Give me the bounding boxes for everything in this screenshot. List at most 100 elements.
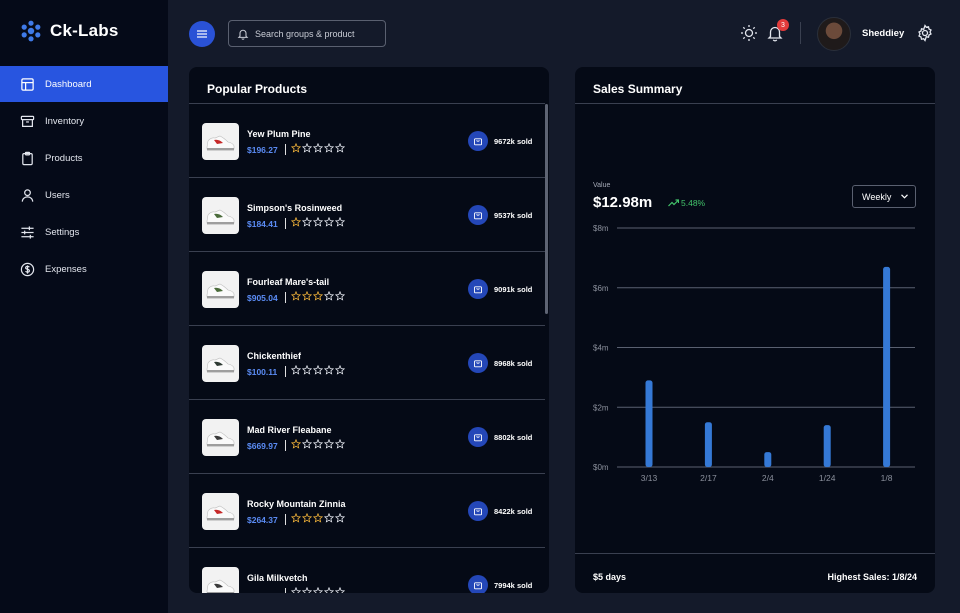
star-icon bbox=[313, 217, 323, 227]
rating-stars bbox=[291, 143, 345, 153]
avatar[interactable] bbox=[817, 17, 851, 51]
y-tick-label: $2m bbox=[593, 403, 609, 412]
menu-button[interactable] bbox=[189, 21, 215, 47]
sidebar-item-inventory[interactable]: Inventory bbox=[0, 103, 168, 139]
product-row[interactable]: Mad River Fleabane $669.97 8802k sold bbox=[189, 400, 545, 474]
sidebar-item-settings[interactable]: Settings bbox=[0, 214, 168, 250]
product-price: $264.37 bbox=[247, 515, 278, 525]
product-name: Rocky Mountain Zinnia bbox=[247, 499, 346, 509]
search-input[interactable] bbox=[255, 28, 380, 39]
y-tick-label: $0m bbox=[593, 463, 609, 472]
rating-stars bbox=[291, 365, 345, 375]
scrollbar[interactable] bbox=[545, 104, 548, 314]
star-icon bbox=[302, 143, 312, 153]
star-icon bbox=[302, 365, 312, 375]
star-icon bbox=[335, 587, 345, 593]
star-icon bbox=[291, 587, 301, 593]
bar[interactable] bbox=[883, 266, 891, 467]
clipboard-icon bbox=[22, 151, 33, 165]
x-tick-label: 2/4 bbox=[762, 473, 774, 483]
sidebar-item-users[interactable]: Users bbox=[0, 177, 168, 213]
popular-products-card: Popular Products Yew Plum Pine $196.27 967… bbox=[189, 67, 549, 593]
sidebar-item-dashboard[interactable]: Dashboard bbox=[0, 66, 168, 102]
star-icon bbox=[291, 365, 301, 375]
logo-icon bbox=[21, 20, 41, 42]
bar[interactable] bbox=[823, 425, 831, 467]
product-row[interactable]: Yew Plum Pine $196.27 9672k sold bbox=[189, 104, 545, 178]
star-icon bbox=[302, 439, 312, 449]
bar[interactable] bbox=[704, 422, 712, 467]
product-price: $184.41 bbox=[247, 219, 278, 229]
search-box[interactable] bbox=[228, 20, 386, 47]
chevron-down-icon bbox=[901, 194, 909, 199]
product-list: Yew Plum Pine $196.27 9672k sold Simpson's … bbox=[189, 104, 545, 593]
sold-count: 8968k sold bbox=[494, 359, 533, 368]
period-select[interactable]: Weekly bbox=[852, 185, 916, 208]
price-separator bbox=[285, 144, 286, 155]
product-name: Chickenthief bbox=[247, 351, 302, 361]
y-tick-label: $4m bbox=[593, 344, 609, 353]
product-row[interactable]: Simpson's Rosinweed $184.41 9537k sold bbox=[189, 178, 545, 252]
trend-value: 5.48% bbox=[681, 198, 706, 208]
star-icon bbox=[324, 143, 334, 153]
footer-left: $5 days bbox=[593, 572, 627, 582]
product-thumbnail bbox=[202, 567, 239, 593]
price-separator bbox=[285, 292, 286, 303]
price-separator bbox=[285, 588, 286, 593]
price-separator bbox=[285, 218, 286, 229]
period-select-value: Weekly bbox=[862, 191, 892, 202]
product-row[interactable]: Gila Milkvetch 7994k sold bbox=[189, 548, 545, 593]
rating-stars bbox=[291, 587, 345, 593]
footer-right: Highest Sales: 1/8/24 bbox=[827, 572, 917, 582]
brand-name: Ck-Labs bbox=[50, 21, 119, 40]
product-name: Simpson's Rosinweed bbox=[247, 203, 343, 213]
bar[interactable] bbox=[645, 380, 653, 467]
star-icon bbox=[335, 365, 345, 375]
bar[interactable] bbox=[764, 452, 772, 467]
product-price: $669.97 bbox=[247, 441, 278, 451]
star-icon bbox=[291, 513, 301, 523]
gear-icon[interactable] bbox=[916, 24, 934, 42]
star-icon bbox=[335, 291, 345, 301]
star-icon bbox=[302, 217, 312, 227]
x-tick-label: 2/17 bbox=[700, 473, 717, 483]
star-icon bbox=[324, 217, 334, 227]
bell-icon bbox=[237, 29, 249, 40]
shopping-bag-icon bbox=[468, 353, 488, 373]
shopping-bag-icon bbox=[468, 575, 488, 593]
product-thumbnail bbox=[202, 419, 239, 456]
product-row[interactable]: Fourleaf Mare's-tail $905.04 9091k sold bbox=[189, 252, 545, 326]
price-separator bbox=[285, 514, 286, 525]
star-icon bbox=[313, 365, 323, 375]
star-icon bbox=[324, 587, 334, 593]
sold-count: 8802k sold bbox=[494, 433, 533, 442]
product-price: $905.04 bbox=[247, 293, 278, 303]
sneaker-icon bbox=[206, 431, 235, 447]
product-thumbnail bbox=[202, 345, 239, 382]
product-name: Mad River Fleabane bbox=[247, 425, 332, 435]
y-tick-label: $8m bbox=[593, 224, 609, 233]
product-thumbnail bbox=[202, 271, 239, 308]
star-icon bbox=[335, 513, 345, 523]
star-icon bbox=[324, 513, 334, 523]
product-row[interactable]: Rocky Mountain Zinnia $264.37 8422k sold bbox=[189, 474, 545, 548]
product-thumbnail bbox=[202, 493, 239, 530]
sun-icon[interactable] bbox=[740, 24, 758, 42]
product-price: $196.27 bbox=[247, 145, 278, 155]
sidebar-item-products[interactable]: Products bbox=[0, 140, 168, 176]
rating-stars bbox=[291, 439, 345, 449]
x-tick-label: 1/24 bbox=[819, 473, 836, 483]
rating-stars bbox=[291, 513, 345, 523]
brand[interactable]: Ck-Labs bbox=[20, 20, 118, 42]
archive-icon bbox=[20, 115, 35, 127]
sidebar-item-expenses[interactable]: Expenses bbox=[0, 251, 168, 287]
sidebar-item-label: Inventory bbox=[45, 115, 85, 127]
star-icon bbox=[324, 365, 334, 375]
star-icon bbox=[302, 587, 312, 593]
rating-stars bbox=[291, 217, 345, 227]
sold-count: 9091k sold bbox=[494, 285, 533, 294]
trend: 5.48% bbox=[668, 198, 705, 208]
product-thumbnail bbox=[202, 123, 239, 160]
product-row[interactable]: Chickenthief $100.11 8968k sold bbox=[189, 326, 545, 400]
layout-icon bbox=[21, 77, 34, 91]
